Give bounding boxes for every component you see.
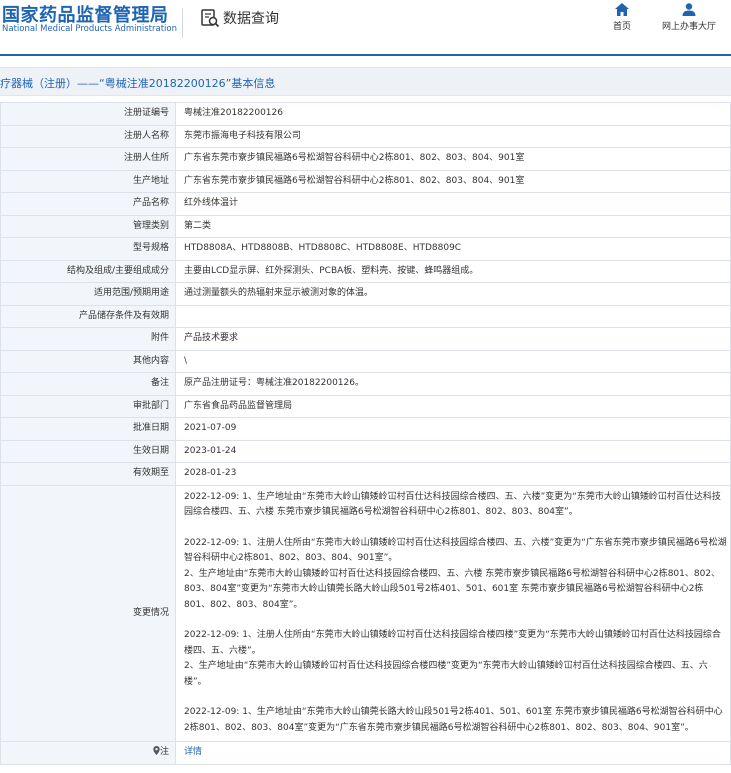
table-row: 注册证编号 粤械注准20182200126: [0, 102, 731, 126]
nav-home-label: 首页: [613, 22, 632, 32]
change-paragraph: 2022-12-09: 1、注册人住所由“东莞市大岭山镇矮岭冚村百仕达科技园综合…: [184, 537, 727, 564]
data-query-title: 数据查询: [200, 8, 279, 28]
row-label: 管理类别: [0, 214, 176, 238]
row-value: 2028-01-23: [175, 462, 731, 486]
note-label: 注: [159, 747, 169, 757]
change-paragraph: 2022-12-09: 1、生产地址由“东莞市大岭山镇矮岭冚村百仕达科技园综合楼…: [184, 491, 721, 518]
row-label: 注册人住所: [0, 147, 176, 171]
row-value: 2021-07-09: [175, 417, 731, 441]
logo-subtitle: National Medical Products Administration: [2, 24, 177, 34]
row-label: 审批部门: [0, 394, 176, 418]
row-value: 通过测量额头的热辐射来显示被测对象的体温。: [175, 282, 731, 306]
change-paragraph: 2、生产地址由“东莞市大岭山镇矮岭冚村百仕达科技园综合楼四楼”变更为“东莞市大岭…: [184, 661, 708, 687]
row-label: 附件: [0, 327, 176, 351]
note-label-cell: 注: [0, 741, 176, 765]
pin-icon: [153, 746, 160, 755]
table-row: 适用范围/预期用途 通过测量额头的热辐射来显示被测对象的体温。: [0, 282, 731, 306]
change-paragraph: 2、生产地址由“东莞市大岭山镇矮岭冚村百仕达科技园综合楼四、五、六楼 东莞市寮步…: [184, 568, 721, 610]
row-label: 产品储存条件及有效期: [0, 304, 176, 328]
table-row: 备注 原产品注册证号：粤械注准20182200126。: [0, 372, 731, 396]
table-row: 有效期至 2028-01-23: [0, 462, 731, 486]
row-label: 型号规格: [0, 237, 176, 261]
row-value: 粤械注准20182200126: [175, 102, 731, 126]
change-history: 2022-12-09: 1、生产地址由“东莞市大岭山镇矮岭冚村百仕达科技园综合楼…: [175, 484, 731, 742]
table-row: 产品储存条件及有效期: [0, 304, 731, 328]
row-label: 产品名称: [0, 192, 176, 216]
table-row: 注册人名称 东莞市振海电子科技有限公司: [0, 124, 731, 148]
data-query-label: 数据查询: [223, 11, 279, 27]
table-row: 生产地址 广东省东莞市寮步镇民福路6号松湖智谷科研中心2栋801、802、803、…: [0, 169, 731, 193]
nav-online-hall[interactable]: 网上办事大厅: [662, 3, 716, 32]
table-row: 生效日期 2023-01-24: [0, 439, 731, 463]
user-icon: [682, 3, 696, 16]
row-label: 注册人名称: [0, 124, 176, 148]
table-row: 结构及组成/主要组成成分 主要由LCD显示屏、红外探测头、PCBA板、塑料壳、按键…: [0, 259, 731, 283]
table-row: 注册人住所 广东省东莞市寮步镇民福路6号松湖智谷科研中心2栋801、802、803…: [0, 147, 731, 171]
search-doc-icon: [201, 9, 220, 28]
header-divider: [182, 8, 183, 38]
row-label: 批准日期: [0, 417, 176, 441]
row-value: HTD8808A、HTD8808B、HTD8808C、HTD8808E、HTD8…: [175, 237, 731, 261]
breadcrumb: 疗器械（注册）——“粤械注准20182200126”基本信息: [0, 67, 731, 96]
site-header: 国家药品监督管理局 National Medical Products Admi…: [0, 0, 731, 56]
table-row: 附件 产品技术要求: [0, 327, 731, 351]
row-value: 原产品注册证号：粤械注准20182200126。: [175, 372, 731, 396]
nav-hall-label: 网上办事大厅: [662, 22, 717, 32]
breadcrumb-text: 疗器械（注册）——“粤械注准20182200126”基本信息: [0, 77, 276, 90]
row-label: 备注: [0, 372, 176, 396]
row-label: 有效期至: [0, 462, 176, 486]
row-value: 东莞市振海电子科技有限公司: [175, 124, 731, 148]
note-value: 详情: [175, 741, 731, 765]
nav-home[interactable]: 首页: [613, 3, 631, 32]
row-value: 广东省食品药品监督管理局: [175, 394, 731, 418]
row-value: 广东省东莞市寮步镇民福路6号松湖智谷科研中心2栋801、802、803、804、…: [175, 169, 731, 193]
row-label: 结构及组成/主要组成成分: [0, 259, 176, 283]
row-label: 生产地址: [0, 169, 176, 193]
row-label: 其他内容: [0, 349, 176, 373]
row-value: 2023-01-24: [175, 439, 731, 463]
row-value: \: [175, 349, 731, 373]
details-link[interactable]: 详情: [184, 747, 202, 757]
table-row-note: 注 详情: [0, 741, 731, 765]
row-value: [175, 304, 731, 328]
row-label: 注册证编号: [0, 102, 176, 126]
change-paragraph: 2022-12-09: 1、生产地址由“东莞市大岭山镇莞长路大岭山段501号2栋…: [184, 707, 723, 733]
row-label: 适用范围/预期用途: [0, 282, 176, 306]
table-row: 批准日期 2021-07-09: [0, 417, 731, 441]
row-label: 变更情况: [0, 484, 176, 742]
table-row: 产品名称 红外线体温计: [0, 192, 731, 216]
table-row-change: 变更情况 2022-12-09: 1、生产地址由“东莞市大岭山镇矮岭冚村百仕达科…: [0, 484, 731, 742]
table-row: 审批部门 广东省食品药品监督管理局: [0, 394, 731, 418]
row-label: 生效日期: [0, 439, 176, 463]
home-icon: [615, 3, 629, 16]
table-row: 型号规格 HTD8808A、HTD8808B、HTD8808C、HTD8808E、…: [0, 237, 731, 261]
row-value: 第二类: [175, 214, 731, 238]
row-value: 广东省东莞市寮步镇民福路6号松湖智谷科研中心2栋801、802、803、804、…: [175, 147, 731, 171]
table-row: 其他内容 \: [0, 349, 731, 373]
row-value: 主要由LCD显示屏、红外探测头、PCBA板、塑料壳、按键、蜂鸣器组成。: [175, 259, 731, 283]
change-paragraph: 2022-12-09: 1、注册人住所由“东莞市大岭山镇矮岭冚村百仕达科技园综合…: [184, 630, 721, 656]
detail-table: 注册证编号 粤械注准20182200126 注册人名称 东莞市振海电子科技有限公司 注册…: [0, 102, 731, 765]
row-value: 产品技术要求: [175, 327, 731, 351]
row-value: 红外线体温计: [175, 192, 731, 216]
table-row: 管理类别 第二类: [0, 214, 731, 238]
